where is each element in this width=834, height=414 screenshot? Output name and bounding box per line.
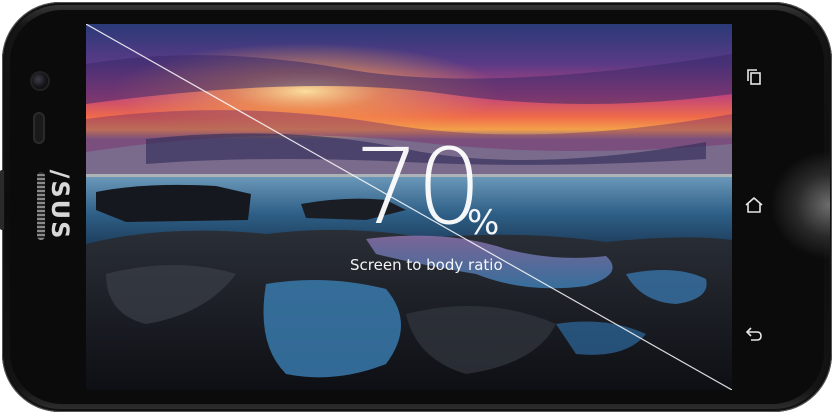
brand-logo: /SUS	[46, 169, 74, 241]
earpiece-icon	[33, 112, 45, 144]
back-icon	[745, 327, 762, 341]
home-button[interactable]	[742, 193, 766, 217]
stat-caption: Screen to body ratio	[350, 256, 503, 274]
speaker-grille-icon	[37, 172, 45, 240]
front-camera-icon	[32, 73, 48, 89]
side-button	[0, 170, 4, 230]
bezel-highlight	[770, 150, 830, 260]
home-icon	[745, 197, 763, 213]
stat-value: 70	[354, 126, 482, 248]
stat-unit: %	[467, 203, 500, 243]
recent-apps-button[interactable]	[742, 66, 766, 90]
recent-apps-icon	[747, 69, 761, 85]
back-button[interactable]	[742, 322, 766, 346]
